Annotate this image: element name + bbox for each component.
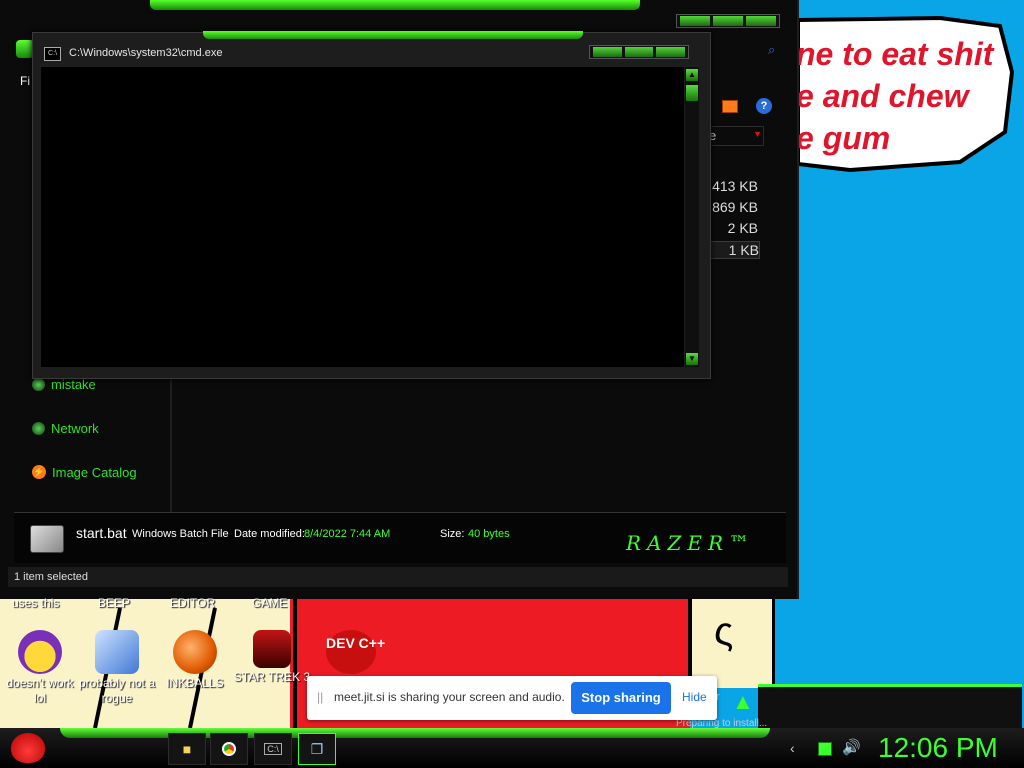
cmd-window[interactable]: C:\ C:\Windows\system32\cmd.exe ▲ ▼ (32, 31, 711, 379)
desktop-icon-inkballs[interactable]: INKBALLS (155, 630, 235, 691)
maximize-button[interactable] (713, 16, 743, 26)
help-icon[interactable]: ? (756, 98, 772, 114)
desktop-icon-star-trek[interactable]: STAR TREK 3 (232, 630, 312, 685)
details-size-label: Size: (440, 528, 465, 540)
cmd-icon: C:\ (264, 743, 282, 755)
chevron-down-icon: ▼ (753, 129, 762, 139)
batch-file-icon (30, 525, 64, 553)
sidebar-item-label: Network (51, 420, 99, 436)
screen-share-bar: || meet.jit.si is sharing your screen an… (307, 676, 717, 720)
desktop-label[interactable]: uses this (12, 596, 59, 610)
green-orb-icon (32, 377, 45, 391)
desktop-label[interactable]: GAME (252, 596, 287, 610)
razer-triangle-icon: ▲ (732, 689, 754, 714)
cmd-scrollbar[interactable]: ▲ ▼ (685, 67, 699, 367)
taskbar-active-window-button[interactable]: ❐ (298, 733, 336, 765)
explorer-top-glow (150, 0, 640, 10)
yahoo-messenger-icon (18, 630, 62, 674)
explorer-window-controls[interactable] (676, 14, 780, 28)
scroll-up-icon[interactable]: ▲ (686, 69, 698, 81)
dev-cpp-icon: DEV C++ (326, 630, 385, 674)
network-icon (32, 421, 45, 435)
start-button[interactable] (6, 730, 50, 766)
network-tray-icon[interactable] (818, 742, 832, 756)
sidebar-item-network[interactable]: Network (32, 418, 99, 438)
background-installer-window[interactable]: er ▲ (710, 684, 1022, 731)
desktop-icon-label: doesn't work lol (6, 676, 74, 705)
drag-handle-icon[interactable]: || (317, 690, 323, 704)
cmd-top-glow (203, 31, 583, 39)
desktop-icon-dev-cpp[interactable]: DEV C++ (318, 630, 385, 678)
taskbar-explorer-button[interactable]: ■ (168, 733, 206, 765)
desktop-icon-label: INKBALLS (166, 676, 224, 690)
taskbar-cmd-button[interactable]: C:\ (254, 733, 292, 765)
close-button[interactable] (656, 47, 686, 57)
scroll-thumb[interactable] (686, 85, 698, 101)
close-button[interactable] (746, 16, 776, 26)
chrome-icon (222, 742, 236, 756)
details-type: Windows Batch File (132, 528, 229, 540)
sidebar-item-label: Image Catalog (52, 464, 137, 480)
toolbar-button[interactable] (722, 100, 738, 113)
razer-logo: RAZER™ (626, 531, 756, 555)
details-date-value: 8/4/2022 7:44 AM (304, 528, 391, 540)
desktop-icon-label: STAR TREK 3 (233, 670, 311, 684)
search-icon[interactable]: ⌕ (768, 42, 775, 58)
minimize-button[interactable] (593, 47, 622, 57)
details-pane: start.bat Windows Batch File Date modifi… (14, 512, 786, 563)
star-wars-game-icon (253, 630, 291, 668)
taskbar-chrome-button[interactable] (210, 733, 248, 765)
cmd-icon: C:\ (44, 47, 61, 61)
windows-icon: ❐ (310, 740, 324, 757)
menu-bar-partial[interactable]: Fi (20, 74, 30, 88)
speech-bubble-text: ne to eat shit e and chew e gum (796, 36, 994, 156)
hide-button[interactable]: Hide (682, 690, 707, 704)
sidebar-item-image-catalog[interactable]: ⚡ Image Catalog (32, 462, 137, 482)
maximize-button[interactable] (624, 47, 654, 57)
cmd-title: C:\Windows\system32\cmd.exe (69, 47, 223, 59)
desktop-icon-settings[interactable]: probably not a rogue (77, 630, 157, 706)
details-date-label: Date modified: (234, 528, 305, 540)
volume-icon[interactable]: 🔊 (842, 738, 861, 756)
tray-arrow-icon[interactable]: ‹ (790, 740, 795, 756)
minimize-button[interactable] (680, 16, 710, 26)
desktop-label[interactable]: BEEP (98, 596, 130, 610)
stop-sharing-button[interactable]: Stop sharing (571, 682, 671, 714)
desktop-label[interactable]: EDITOR (170, 596, 215, 610)
details-filename: start.bat (76, 525, 127, 541)
sidebar-divider (170, 380, 172, 512)
status-text: 1 item selected (14, 571, 88, 583)
image-catalog-icon: ⚡ (32, 465, 46, 479)
scroll-down-icon[interactable]: ▼ (686, 353, 698, 365)
cmd-window-controls[interactable] (589, 45, 689, 59)
taskbar-glow (60, 728, 770, 738)
status-bar: 1 item selected (8, 567, 788, 587)
desktop-icon-yahoo[interactable]: doesn't work lol (0, 630, 80, 706)
details-size-value: 40 bytes (468, 528, 510, 540)
share-message: meet.jit.si is sharing your screen and a… (334, 690, 565, 704)
settings-gear-icon (95, 630, 139, 674)
cmd-console[interactable] (41, 67, 684, 367)
folder-icon: ■ (182, 741, 192, 757)
taskbar-clock[interactable]: 12:06 PM (878, 732, 998, 764)
desktop-icon-label: probably not a rogue (78, 676, 156, 705)
wallpaper-cream-panel: ς (688, 598, 775, 688)
angry-bird-icon (11, 733, 45, 763)
inkball-icon (173, 630, 217, 674)
